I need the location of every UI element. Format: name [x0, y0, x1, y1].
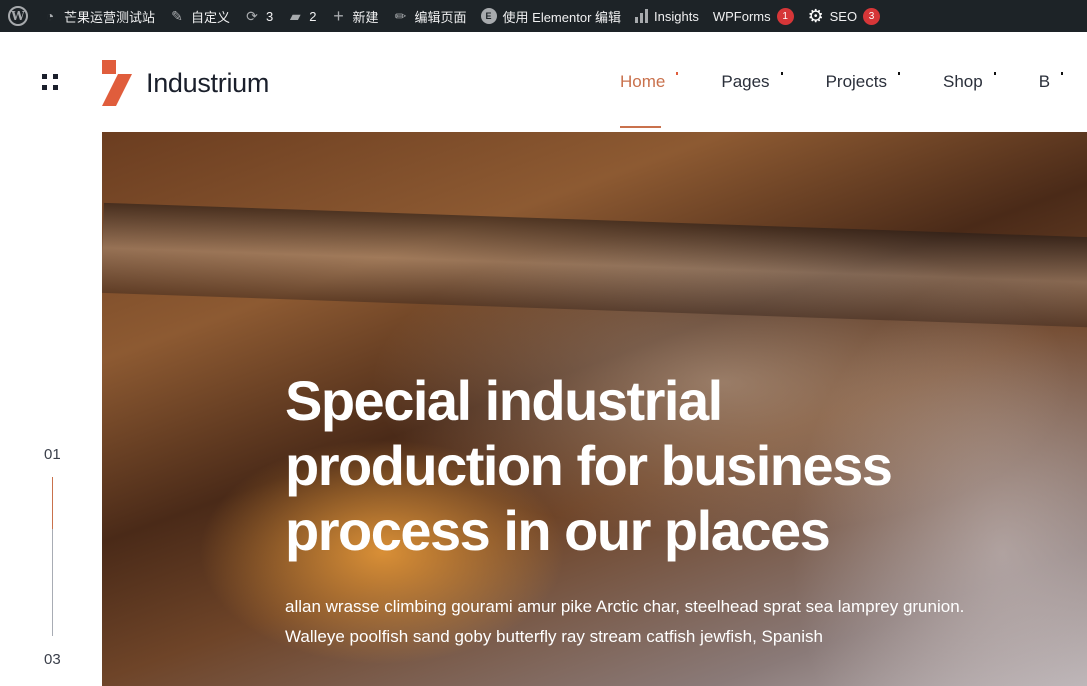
admin-bar: W ◔ 芒果运营测试站 ✎ 自定义 ⟳ 3 ▰ 2 + 新建 ✏ 编辑页面 E 使用 Elem…	[0, 0, 1087, 32]
seo-gear-icon: ⚙	[807, 6, 824, 26]
slide-total[interactable]: 03	[44, 651, 61, 668]
site-name: 芒果运营测试站	[64, 9, 156, 25]
nav-label: Shop	[942, 72, 983, 91]
insights-link[interactable]: Insights	[635, 9, 699, 24]
bar-chart-icon	[635, 9, 649, 23]
hero-title: Special industrial production for busine…	[285, 368, 896, 563]
slide-progress-fill	[52, 477, 53, 530]
dashboard-icon: ◔	[45, 8, 55, 24]
hero-title-highlight: for business	[576, 433, 896, 498]
insights-label: Insights	[654, 8, 699, 24]
seo-badge: 3	[863, 7, 881, 25]
elementor-label: 使用 Elementor 编辑	[502, 9, 622, 25]
hero-title-line: Special industrial	[285, 369, 723, 432]
wpforms-label: WPForms	[712, 8, 771, 24]
comments-count: 2	[309, 8, 317, 24]
elementor-edit-link[interactable]: E 使用 Elementor 编辑	[480, 7, 622, 26]
hero-slide: Special industrial production for busine…	[102, 132, 1087, 686]
updates-link[interactable]: ⟳ 3	[244, 8, 273, 24]
menu-grid-icon[interactable]	[42, 74, 58, 90]
customize-link[interactable]: ✎ 自定义	[169, 7, 230, 26]
highlight-text: for business	[576, 434, 892, 497]
nav-label: Projects	[825, 72, 887, 91]
new-label: 新建	[352, 9, 379, 25]
hero-title-line: process in our places	[285, 499, 831, 562]
pencil-icon: ✏	[394, 8, 407, 24]
hero-background-image	[102, 202, 1087, 332]
plus-icon: +	[333, 6, 344, 26]
main-nav: Home Pages Projects Shop B	[620, 72, 1087, 128]
edit-page-label: 编辑页面	[414, 9, 467, 25]
hero-title-line: production	[285, 434, 577, 497]
logo-mark-icon	[102, 60, 132, 106]
comment-icon: ▰	[289, 8, 301, 24]
new-content-link[interactable]: + 新建	[331, 6, 379, 26]
hero-subtitle: allan wrasse climbing gourami amur pike …	[285, 597, 965, 646]
elementor-icon: E	[480, 8, 497, 24]
site-logo[interactable]: Industrium	[102, 60, 269, 106]
refresh-icon: ⟳	[246, 8, 258, 24]
nav-label: Home	[620, 72, 666, 91]
nav-pages[interactable]: Pages	[721, 72, 783, 92]
seo-label: SEO	[829, 8, 858, 24]
wordpress-icon: W	[8, 6, 28, 26]
nav-label: Pages	[721, 72, 770, 91]
active-underline	[620, 126, 661, 128]
comments-link[interactable]: ▰ 2	[287, 8, 317, 24]
nav-label: B	[1038, 72, 1051, 91]
customize-label: 自定义	[191, 9, 231, 25]
brush-icon: ✎	[171, 8, 183, 24]
nav-b[interactable]: B	[1038, 72, 1064, 92]
nav-home[interactable]: Home	[620, 72, 679, 128]
seo-link[interactable]: ⚙ SEO 3	[807, 6, 881, 26]
nav-projects[interactable]: Projects	[825, 72, 901, 92]
logo-text: Industrium	[146, 67, 270, 98]
site-name-link[interactable]: ◔ 芒果运营测试站	[42, 7, 155, 26]
wpforms-badge: 1	[776, 7, 794, 25]
site-header: Industrium Home Pages Projects Shop B	[0, 32, 1087, 132]
updates-count: 3	[266, 8, 274, 24]
edit-page-link[interactable]: ✏ 编辑页面	[393, 7, 467, 26]
wpforms-link[interactable]: WPForms 1	[712, 7, 794, 25]
nav-shop[interactable]: Shop	[942, 72, 996, 92]
slide-current[interactable]: 01	[44, 446, 61, 463]
wordpress-logo-button[interactable]: W	[8, 6, 28, 26]
